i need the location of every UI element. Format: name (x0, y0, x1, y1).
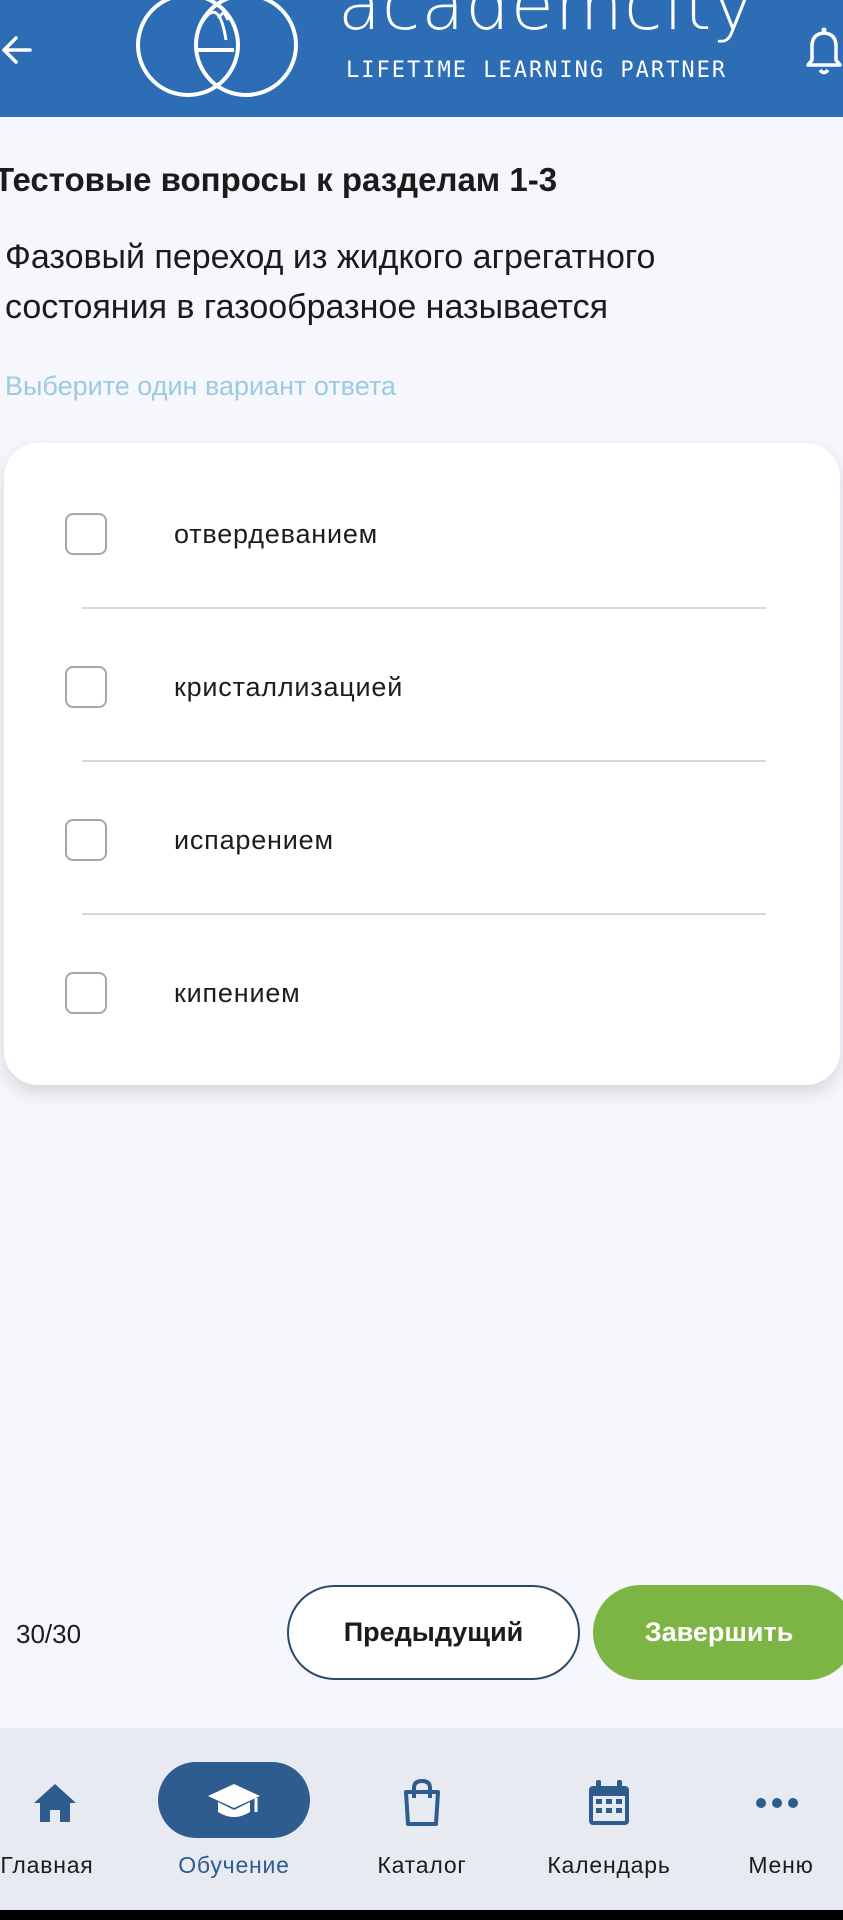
notifications-button[interactable] (805, 24, 843, 78)
question-text: Фазовый переход из жидкого агрегатного с… (5, 238, 656, 326)
nav-item-home[interactable]: Главная (0, 1728, 132, 1910)
option-label: испарением (174, 825, 334, 855)
academcity-logo: academcity LIFETIME LEARNING PARTNER (118, 0, 754, 110)
answer-option[interactable]: кристаллизацией (4, 596, 840, 749)
bell-icon (806, 27, 842, 75)
arrow-left-icon (2, 36, 32, 64)
option-label: отвердеванием (174, 519, 379, 549)
logo-wordmark: academcity (338, 0, 755, 46)
answer-option[interactable]: кипением (4, 902, 840, 1055)
logo-tagline: LIFETIME LEARNING PARTNER (346, 58, 728, 83)
nav-item-catalog[interactable]: Каталог (337, 1728, 507, 1910)
finish-button[interactable]: Завершить (593, 1585, 843, 1680)
nav-label: Обучение (178, 1852, 290, 1878)
more-dots-icon (756, 1798, 798, 1808)
answer-option[interactable]: отвердеванием (4, 443, 840, 596)
previous-button[interactable]: Предыдущий (287, 1585, 580, 1680)
answer-options-card: отвердеванием кристаллизацией испарением… (4, 443, 840, 1085)
option-label: кристаллизацией (174, 672, 404, 702)
nav-item-learning[interactable]: Обучение (149, 1728, 319, 1910)
back-button[interactable] (0, 18, 40, 82)
graduation-cap-icon (208, 1784, 260, 1817)
nav-item-menu[interactable]: Меню (711, 1728, 843, 1910)
app-header: academcity LIFETIME LEARNING PARTNER (0, 0, 843, 117)
system-home-bar (0, 1910, 843, 1920)
shopping-bag-icon (404, 1778, 440, 1826)
nav-label: Календарь (547, 1852, 671, 1878)
option-checkbox[interactable] (65, 666, 107, 708)
calendar-icon (589, 1780, 629, 1825)
question-counter: 30/30 (16, 1619, 82, 1649)
nav-label: Главная (0, 1852, 94, 1878)
home-icon (34, 1784, 76, 1822)
section-title: Тестовые вопросы к разделам 1-3 (0, 161, 558, 198)
option-checkbox[interactable] (65, 972, 107, 1014)
option-label: кипением (174, 978, 301, 1008)
nav-label: Каталог (377, 1852, 467, 1878)
nav-item-calendar[interactable]: Календарь (524, 1728, 694, 1910)
answer-option[interactable]: испарением (4, 749, 840, 902)
option-checkbox[interactable] (65, 513, 107, 555)
nav-label: Меню (748, 1852, 814, 1878)
answer-hint: Выберите один вариант ответа (5, 371, 396, 401)
logo-mark-icon (136, 0, 298, 97)
option-checkbox[interactable] (65, 819, 107, 861)
